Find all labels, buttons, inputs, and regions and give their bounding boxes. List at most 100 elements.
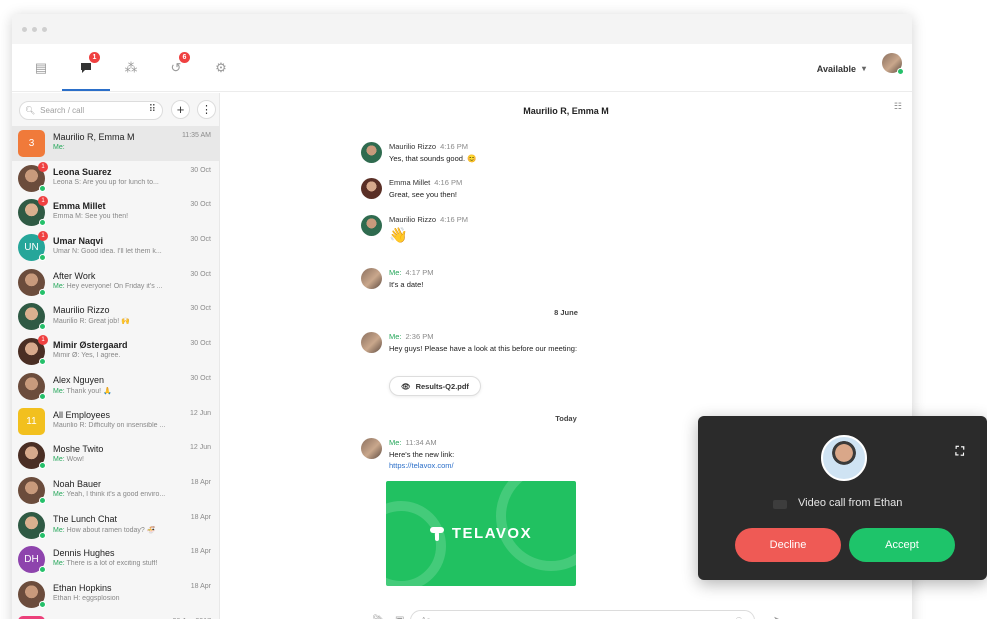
message-input[interactable]: Aa ☺ [410, 610, 755, 619]
caller-avatar [821, 435, 867, 481]
send-icon[interactable]: ➤ [773, 615, 781, 619]
new-conversation-button[interactable]: + [171, 100, 190, 119]
conversation-row[interactable]: The Lunch Chat Me: How about ramen today?… [12, 508, 219, 543]
conversation-name: Ethan Hopkins [53, 582, 112, 593]
conversation-time: 30 Oct [190, 305, 211, 313]
accept-button[interactable]: Accept [849, 528, 955, 562]
unread-badge: 1 [38, 161, 48, 172]
conversation-preview: Me: How about ramen today? 🍜 [53, 526, 156, 534]
message-author: Me: 2:36 PM [389, 332, 434, 341]
avatar [18, 372, 46, 400]
online-indicator [39, 254, 46, 262]
gif-icon[interactable]: ▣ [395, 615, 404, 619]
conversation-name: Mimir Østergaard [53, 340, 128, 351]
conversation-name: Maurilio R, Emma M [53, 132, 135, 142]
file-attachment[interactable]: 👁︎ Results-Q2.pdf [389, 376, 481, 396]
chat-icon[interactable]: 1 [72, 52, 100, 82]
message-author: Emma Millet 4:16 PM [389, 178, 463, 187]
conversation-name: Leona Suarez [53, 166, 112, 177]
conversation-preview: Leona S: Are you up for lunch to... [53, 178, 159, 186]
conversation-row[interactable]: DH Dennis Hughes Me: There is a lot of exc… [12, 542, 219, 577]
contacts-icon[interactable]: ▤ [27, 54, 55, 82]
message-text: Here's the new link: [389, 450, 455, 459]
org-chart-icon[interactable]: ⁂ [117, 54, 145, 82]
conversation-preview: Emma M: See you then! [53, 213, 129, 221]
user-avatar[interactable] [882, 53, 904, 75]
avatar [18, 580, 46, 608]
emoji-icon[interactable]: ☺ [734, 615, 744, 619]
attachment-icon[interactable]: 📎︎ [372, 615, 385, 619]
message-link[interactable]: https://telavox.com/ [389, 461, 454, 470]
conversation-preview: Maurilio R: Difficulty on insensible ... [53, 421, 166, 429]
avatar [361, 215, 382, 236]
conversation-name: Maurilio Rizzo [53, 305, 110, 316]
conversation-time: 11:35 AM [181, 132, 211, 139]
online-indicator [39, 358, 46, 366]
dialpad-icon[interactable]: ⠿ [149, 104, 156, 115]
message-text: Hey guys! Please have a look at this bef… [389, 344, 578, 353]
conversation-row[interactable]: Alex Nguyen Me: Thank you! 🙏 30 Oct [12, 369, 219, 404]
conversation-preview: Ethan H: eggsplosion [53, 594, 120, 602]
incoming-call-popup: ⛶ Video call from Ethan Decline Accept [698, 416, 987, 580]
conversation-name: Dennis Hughes [53, 548, 115, 559]
fullscreen-icon[interactable]: ⛶ [956, 444, 964, 459]
avatar: 14 [18, 615, 45, 619]
online-indicator [39, 566, 46, 574]
message-author: Maurilio Rizzo 4:16 PM [389, 215, 469, 224]
online-indicator [39, 531, 46, 539]
conversation-row[interactable]: 14Alla kollegor26 Jun 2017 [12, 612, 219, 619]
conversation-preview: Me: Yeah, I think it's a good enviro... [53, 490, 166, 498]
video-camera-icon [773, 500, 787, 509]
availability-dropdown[interactable]: Available ▾ [817, 64, 866, 74]
avatar: UN 1 [18, 231, 48, 262]
conversation-row[interactable]: 1 Mimir Østergaard Mimir Ø: Yes, I agree. 3… [12, 334, 219, 369]
conversation-row[interactable]: Noah Bauer Me: Yeah, I think it's a good … [12, 473, 219, 508]
call-history-icon[interactable]: ↺ 6 [162, 52, 190, 82]
message-text: It's a date! [389, 280, 424, 289]
message-text: Yes, that sounds good. 😊 [389, 154, 477, 163]
chat-settings-icon[interactable]: ☷ [894, 101, 902, 112]
decline-button[interactable]: Decline [735, 528, 841, 562]
conversation-preview: Maurilio R: Great job! 🙌 [53, 318, 130, 326]
conversation-time: 30 Oct [190, 201, 211, 209]
window-maximize-dot[interactable] [42, 26, 47, 32]
conversation-time: 30 Oct [190, 236, 211, 244]
chat-title: Maurilio R, Emma M [523, 106, 609, 116]
conversation-row[interactable]: 3 Maurilio R, Emma M Me: 11:35 AM [12, 126, 219, 161]
conversation-row[interactable]: 11 All Employees Maurilio R: Difficulty on… [12, 404, 219, 439]
conversation-time: 18 Apr [190, 548, 211, 556]
conversation-preview: Me: Thank you! 🙏 [53, 387, 112, 395]
search-field[interactable]: 🔍︎ Search / call ⠿ [19, 101, 163, 120]
conversation-name: Moshe Twito [53, 444, 104, 455]
conversation-row[interactable]: 1 Emma Millet Emma M: See you then! 30 Oct [12, 195, 219, 230]
message-author: Maurilio Rizzo 4:16 PM [389, 142, 469, 151]
link-preview-image[interactable]: TELAVOX [386, 481, 576, 586]
conversation-row[interactable]: Moshe Twito Me: Wow! 12 Jun [12, 438, 219, 473]
conversation-row[interactable]: Maurilio Rizzo Maurilio R: Great job! 🙌 30… [12, 299, 219, 334]
avatar [361, 332, 382, 353]
search-placeholder: Search / call [40, 106, 85, 115]
conversation-time: 30 Oct [190, 270, 211, 278]
conversation-row[interactable]: Ethan Hopkins Ethan H: eggsplosion 18 Apr [12, 577, 219, 612]
conversation-row[interactable]: UN 1 Umar Naqvi Umar N: Good idea. I'll let… [12, 230, 219, 265]
telavox-logo: TELAVOX [429, 525, 532, 542]
conversation-time: 12 Jun [189, 409, 211, 417]
message-author: Me: 4:17 PM [389, 268, 434, 277]
message-text: Great, see you then! [389, 190, 457, 199]
online-indicator [39, 600, 46, 608]
avatar: 1 [18, 335, 48, 366]
conversation-row[interactable]: After Work Me: Hey everyone! On Friday it… [12, 265, 219, 300]
eye-icon: 👁︎ [401, 381, 411, 391]
avatar [18, 268, 46, 296]
window-minimize-dot[interactable] [32, 26, 37, 32]
online-indicator [39, 462, 46, 470]
settings-gear-icon[interactable]: ⚙ [207, 54, 235, 82]
conversation-row[interactable]: 1 Leona Suarez Leona S: Are you up for lun… [12, 161, 219, 196]
window-close-dot[interactable] [22, 26, 27, 32]
top-navigation: ▤ 1 ⁂ ↺ 6 ⚙ Available ▾ [12, 44, 912, 92]
conversation-time: 18 Apr [190, 582, 211, 590]
conversation-preview: Me: Wow! [53, 456, 84, 464]
avatar [18, 476, 46, 504]
more-options-button[interactable]: ⋮ [197, 100, 216, 119]
file-name: Results-Q2.pdf [415, 381, 469, 391]
